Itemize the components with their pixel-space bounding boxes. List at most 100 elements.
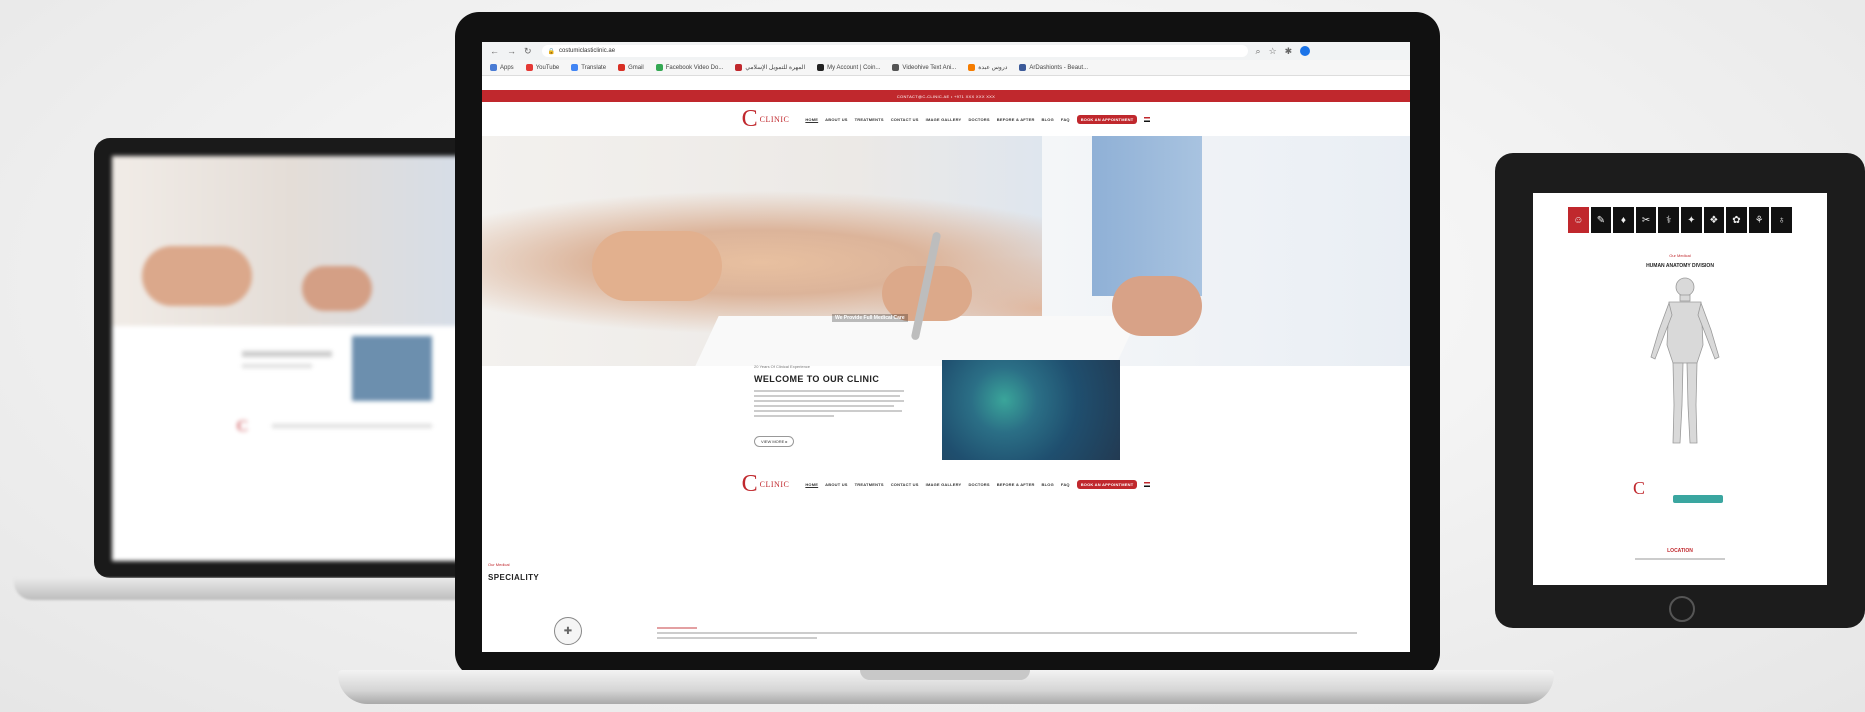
view-more-button[interactable]: VIEW MORE ▸	[754, 436, 795, 447]
welcome-title: WELCOME TO OUR CLINIC	[754, 374, 880, 384]
nav-home[interactable]: HOME	[805, 482, 818, 487]
bookmark-item[interactable]: Gmail	[618, 63, 644, 71]
hero-doctor-hand	[1112, 276, 1202, 336]
hero-patient-hands	[592, 231, 722, 301]
nav-treatments[interactable]: TREATMENTS	[855, 482, 884, 487]
bookmark-favicon-icon	[968, 63, 976, 71]
back-icon[interactable]: ←	[490, 46, 499, 56]
language-flag-icon[interactable]	[1144, 481, 1151, 487]
bookmark-favicon-icon	[735, 63, 743, 71]
bookmark-favicon-icon	[1019, 63, 1027, 71]
tablet-eyebrow: Our Medical	[1669, 253, 1691, 258]
gmail-icon	[618, 63, 626, 71]
nav-home[interactable]: HOME	[805, 117, 818, 122]
treatment-icon-strip: ☺ ✎ ♦ ✂ ⚕ ✦ ❖ ✿ ⚘ ♁	[1568, 207, 1792, 233]
treatment-icon[interactable]: ♦	[1613, 207, 1634, 233]
site-logo[interactable]: C CLINIC	[742, 107, 790, 131]
extensions-icon[interactable]: ✱	[1285, 46, 1293, 57]
lock-icon: 🔒	[547, 48, 556, 55]
main-laptop-screen: ← → ↻ 🔒 costumiclasticlinic.ae ⌕ ☆ ✱ App…	[482, 42, 1410, 652]
sticky-header: C CLINIC HOME ABOUT US TREATMENTS CONTAC…	[482, 472, 1410, 496]
bookmark-favicon-icon	[892, 63, 900, 71]
appointment-button[interactable]: BOOK AN APPOINTMENT	[1076, 114, 1138, 124]
treatment-icon[interactable]: ⚘	[1748, 207, 1770, 233]
tablet-home-button[interactable]	[1669, 596, 1695, 622]
main-nav: HOME ABOUT US TREATMENTS CONTACT US IMAG…	[805, 114, 1151, 124]
tablet-contact-button[interactable]	[1673, 495, 1723, 503]
nav-blog[interactable]: BLOG	[1042, 482, 1054, 487]
nav-doctors[interactable]: DOCTORS	[968, 482, 989, 487]
treatment-icon[interactable]: ☺	[1568, 207, 1589, 233]
translate-icon	[571, 63, 579, 71]
nav-faq[interactable]: FAQ	[1061, 482, 1070, 487]
star-icon[interactable]: ☆	[1269, 46, 1277, 57]
bookmark-item[interactable]: دروس عبدة	[968, 63, 1007, 71]
speciality-eyebrow: Our Medical	[488, 562, 510, 567]
site-header: C CLINIC HOME ABOUT US TREATMENTS CONTAC…	[482, 102, 1410, 136]
treatment-icon[interactable]: ✦	[1680, 207, 1702, 233]
profile-icon[interactable]	[1300, 46, 1311, 56]
left-welcome-image	[352, 336, 432, 401]
bookmark-item[interactable]: Videohive Text Ani...	[892, 63, 956, 71]
bookmark-favicon-icon	[490, 63, 497, 71]
speciality-icon[interactable]: ✚	[554, 617, 582, 645]
treatment-icon[interactable]: ⚕	[1658, 207, 1679, 233]
nav-doctors[interactable]: DOCTORS	[968, 117, 989, 122]
nav-gallery[interactable]: IMAGE GALLERY	[926, 117, 962, 122]
nav-before-after[interactable]: BEFORE & AFTER	[997, 482, 1035, 487]
logo-text: CLINIC	[759, 114, 790, 124]
left-logo: C	[237, 418, 248, 435]
nav-about[interactable]: ABOUT US	[825, 482, 848, 487]
nav-gallery[interactable]: IMAGE GALLERY	[926, 482, 962, 487]
nav-blog[interactable]: BLOG	[1042, 117, 1054, 122]
treatment-icon[interactable]: ❖	[1703, 207, 1725, 233]
tablet-title: HUMAN ANATOMY DIVISION	[1646, 263, 1714, 269]
language-flag-icon[interactable]	[1144, 116, 1151, 122]
bookmark-item[interactable]: Apps	[490, 63, 514, 71]
tablet-logo[interactable]: C	[1633, 478, 1645, 499]
welcome-eyebrow: 20 Years Of Clinical Experience	[754, 364, 811, 369]
nav-before-after[interactable]: BEFORE & AFTER	[997, 117, 1035, 122]
tablet-logo-letter: C	[1633, 478, 1646, 498]
speciality-title: SPECIALITY	[488, 573, 540, 582]
nav-treatments[interactable]: TREATMENTS	[855, 117, 884, 122]
hero-tagline: We Provide Full Medical Care	[832, 314, 908, 322]
nav-contact[interactable]: CONTACT US	[891, 117, 919, 122]
sticky-nav: HOME ABOUT US TREATMENTS CONTACT US IMAG…	[805, 479, 1151, 489]
speciality-description	[657, 627, 1357, 642]
left-welcome-text	[242, 364, 312, 368]
hero-doctor-shirt	[1092, 136, 1202, 296]
youtube-icon	[525, 63, 533, 71]
left-laptop-mockup: C	[14, 138, 484, 608]
human-body-figure[interactable]	[1645, 275, 1725, 450]
forward-icon[interactable]: →	[507, 46, 516, 56]
treatment-icon[interactable]: ✎	[1590, 207, 1612, 233]
nav-contact[interactable]: CONTACT US	[891, 482, 919, 487]
logo-letter: C	[741, 471, 758, 497]
appointment-button[interactable]: BOOK AN APPOINTMENT	[1076, 479, 1138, 489]
left-welcome-text	[242, 351, 332, 357]
speciality-section: Our Medical SPECIALITY	[488, 562, 539, 582]
tablet-location-title: LOCATION	[1667, 548, 1693, 554]
bookmark-item[interactable]: المهرة للتمويل الإسلامي	[735, 63, 805, 71]
logo-text: CLINIC	[759, 479, 790, 489]
bookmark-item[interactable]: Facebook Video Do...	[655, 63, 723, 71]
bookmark-item[interactable]: YouTube	[525, 63, 559, 71]
left-laptop-base	[14, 578, 484, 600]
reload-icon[interactable]: ↻	[524, 46, 532, 57]
logo-letter: C	[741, 106, 758, 132]
treatment-icon[interactable]: ♁	[1771, 207, 1792, 233]
left-hero-hands	[142, 246, 252, 306]
address-bar[interactable]: 🔒 costumiclasticlinic.ae	[541, 45, 1248, 57]
bookmark-item[interactable]: My Account | Coin...	[817, 63, 880, 71]
bookmark-item[interactable]: ArDashionts - Beaut...	[1019, 63, 1088, 71]
search-icon[interactable]: ⌕	[1256, 46, 1261, 57]
nav-faq[interactable]: FAQ	[1061, 117, 1070, 122]
treatment-icon[interactable]: ✂	[1635, 207, 1657, 233]
site-logo[interactable]: C CLINIC	[742, 472, 790, 496]
nav-about[interactable]: ABOUT US	[825, 117, 848, 122]
bookmark-item[interactable]: Translate	[571, 63, 606, 71]
left-nav	[272, 424, 432, 428]
topbar-contact: CONTACT@C-CLINIC.AE • +971 XXX XXX XXX	[896, 93, 996, 99]
treatment-icon[interactable]: ✿	[1726, 207, 1747, 233]
